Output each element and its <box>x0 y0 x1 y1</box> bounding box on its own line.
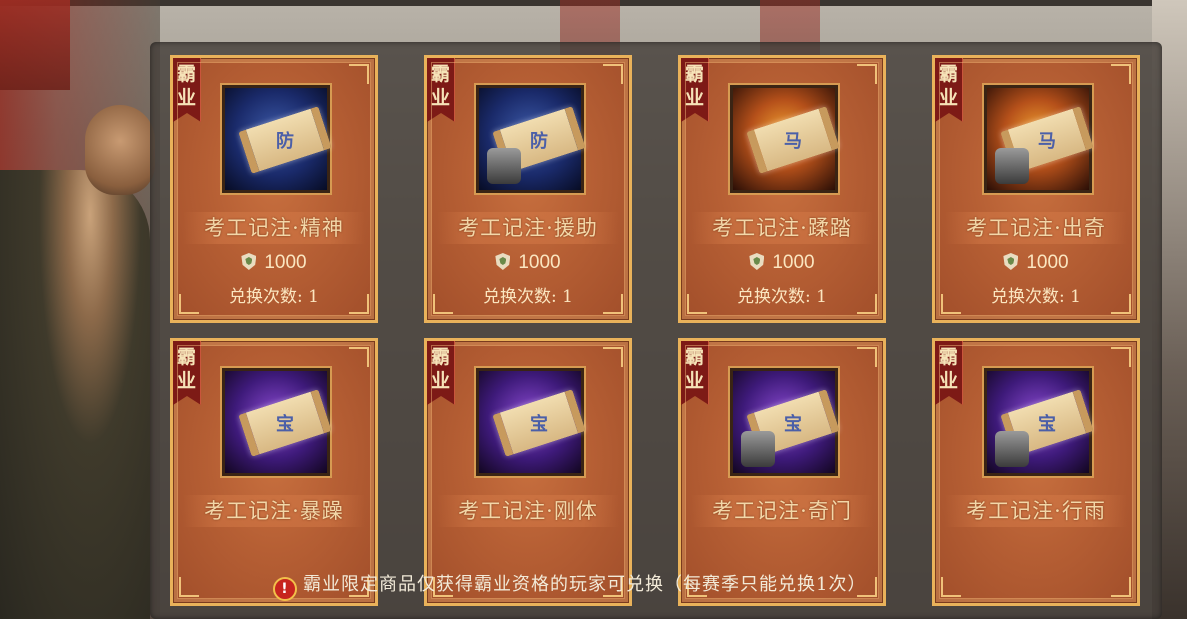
corner-ornament <box>349 347 369 367</box>
item-name: 考工记注·援助 <box>437 212 619 244</box>
baye-badge: 霸业 <box>427 341 455 405</box>
scroll-item-icon[interactable]: 宝 <box>474 366 586 478</box>
scroll-item-icon[interactable]: 马 <box>728 83 840 195</box>
corner-ornament <box>941 577 961 597</box>
corner-ornament <box>1111 577 1131 597</box>
scroll-icon: 马 <box>746 106 840 174</box>
baye-badge: 霸业 <box>173 58 201 122</box>
shop-item-card[interactable]: 霸业马考工记注·蹂踏 1000 兑换次数: 1 <box>678 55 886 323</box>
price-value: 1000 <box>1026 252 1069 273</box>
shop-item-card[interactable]: 霸业宝考工记注·行雨 <box>932 338 1140 606</box>
item-name: 考工记注·出奇 <box>945 212 1127 244</box>
corner-ornament <box>857 347 877 367</box>
exchange-count: 兑换次数: 1 <box>483 287 573 307</box>
corner-ornament <box>857 64 877 84</box>
background-character-head <box>85 105 155 195</box>
scroll-item-icon[interactable]: 宝 <box>220 366 332 478</box>
shop-item-card[interactable]: 霸业宝考工记注·暴躁 <box>170 338 378 606</box>
equipment-icon <box>995 431 1029 467</box>
exchange-count: 兑换次数: 1 <box>229 287 319 307</box>
item-price: 1000 <box>681 252 883 274</box>
shop-item-card[interactable]: 霸业宝考工记注·奇门 <box>678 338 886 606</box>
scroll-glyph: 防 <box>276 131 294 152</box>
corner-ornament <box>603 64 623 84</box>
item-name: 考工记注·行雨 <box>945 495 1127 527</box>
exchange-count: 兑换次数: 1 <box>737 287 827 307</box>
item-name: 考工记注·奇门 <box>691 495 873 527</box>
scroll-glyph: 宝 <box>276 414 294 435</box>
corner-ornament <box>349 64 369 84</box>
shield-currency-icon <box>495 253 511 270</box>
price-value: 1000 <box>772 252 815 273</box>
corner-ornament <box>1111 347 1131 367</box>
equipment-icon <box>487 148 521 184</box>
equipment-icon <box>741 431 775 467</box>
shield-currency-icon <box>241 253 257 270</box>
shop-item-card[interactable]: 霸业防考工记注·精神 1000 兑换次数: 1 <box>170 55 378 323</box>
corner-ornament <box>1111 64 1131 84</box>
baye-badge: 霸业 <box>935 58 963 122</box>
item-price: 1000 <box>427 252 629 274</box>
exchange-count: 兑换次数: 1 <box>991 287 1081 307</box>
scroll-item-icon[interactable]: 防 <box>474 83 586 195</box>
shop-item-card[interactable]: 霸业马考工记注·出奇 1000 兑换次数: 1 <box>932 55 1140 323</box>
scroll-glyph: 宝 <box>530 414 548 435</box>
item-price: 1000 <box>935 252 1137 274</box>
price-value: 1000 <box>518 252 561 273</box>
shop-item-card[interactable]: 霸业宝考工记注·刚体 <box>424 338 632 606</box>
corner-ornament <box>179 577 199 597</box>
scroll-icon: 宝 <box>238 389 332 457</box>
item-name: 考工记注·暴躁 <box>183 495 365 527</box>
shield-currency-icon <box>749 253 765 270</box>
corner-ornament <box>603 347 623 367</box>
notice-bar: ! 霸业限定商品仅获得霸业资格的玩家可兑换（每赛季只能兑换1次） <box>273 570 867 601</box>
alert-icon: ! <box>273 577 297 601</box>
baye-badge: 霸业 <box>681 58 709 122</box>
scroll-icon: 宝 <box>492 389 586 457</box>
item-name: 考工记注·刚体 <box>437 495 619 527</box>
item-name: 考工记注·精神 <box>183 212 365 244</box>
scroll-item-icon[interactable]: 马 <box>982 83 1094 195</box>
scroll-item-icon[interactable]: 防 <box>220 83 332 195</box>
baye-badge: 霸业 <box>427 58 455 122</box>
baye-badge: 霸业 <box>935 341 963 405</box>
item-name: 考工记注·蹂踏 <box>691 212 873 244</box>
background-character <box>0 170 150 619</box>
item-price: 1000 <box>173 252 375 274</box>
baye-badge: 霸业 <box>173 341 201 405</box>
scroll-icon: 防 <box>238 106 332 174</box>
price-value: 1000 <box>264 252 307 273</box>
notice-text: 霸业限定商品仅获得霸业资格的玩家可兑换（每赛季只能兑换1次） <box>303 574 867 595</box>
equipment-icon <box>995 148 1029 184</box>
scroll-item-icon[interactable]: 宝 <box>982 366 1094 478</box>
background-curtain <box>0 0 70 90</box>
scroll-item-icon[interactable]: 宝 <box>728 366 840 478</box>
scroll-glyph: 马 <box>784 131 802 152</box>
shop-item-card[interactable]: 霸业防考工记注·援助 1000 兑换次数: 1 <box>424 55 632 323</box>
shield-currency-icon <box>1003 253 1019 270</box>
baye-badge: 霸业 <box>681 341 709 405</box>
